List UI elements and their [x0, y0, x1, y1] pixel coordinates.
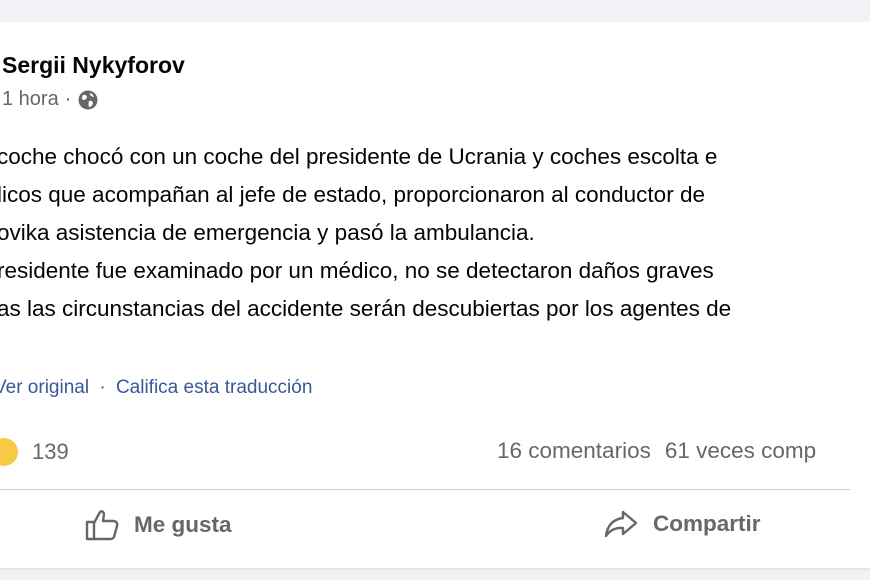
post-meta: 1 hora ·: [2, 88, 99, 111]
post-body: coche chocó con un coche del presidente …: [0, 138, 870, 328]
share-button[interactable]: Compartir: [603, 508, 761, 540]
rate-translation-link[interactable]: Califica esta traducción: [116, 377, 312, 398]
post-line: ovika asistencia de emergencia y pasó la…: [0, 220, 535, 245]
bottom-divider: [0, 568, 870, 570]
thumbs-up-icon: [85, 510, 119, 541]
post-card: Sergii Nykyforov 1 hora · coche chocó co…: [0, 22, 870, 570]
engagement-stats: 16 comentarios 61 veces comp: [497, 438, 816, 464]
post-author[interactable]: Sergii Nykyforov: [2, 52, 185, 79]
post-line: licos que acompañan al jefe de estado, p…: [0, 182, 705, 207]
comments-count[interactable]: 16 comentarios: [497, 438, 651, 463]
translation-separator: ·: [99, 377, 106, 398]
post-line: coche chocó con un coche del presidente …: [0, 144, 718, 169]
shares-count[interactable]: 61 veces comp: [665, 438, 816, 463]
like-label: Me gusta: [134, 512, 232, 537]
translation-links: Ver original · Califica esta traducción: [0, 377, 312, 399]
reaction-count[interactable]: 139: [32, 439, 69, 465]
globe-icon[interactable]: [77, 89, 99, 111]
post-line: resident​e fue examinado por un médico, …: [0, 258, 714, 283]
see-original-link[interactable]: Ver original: [0, 377, 89, 398]
like-button[interactable]: Me gusta: [84, 508, 232, 542]
reaction-summary[interactable]: 139: [0, 438, 69, 466]
share-arrow-icon: [604, 510, 638, 538]
share-label: Compartir: [653, 511, 761, 536]
post-time[interactable]: 1 hora: [2, 88, 59, 111]
post-line: as las circunstancias del accidente será…: [0, 296, 732, 321]
meta-separator: ·: [64, 88, 72, 110]
sad-tear-emoji-icon: [0, 438, 18, 466]
actions-divider: [0, 489, 850, 490]
